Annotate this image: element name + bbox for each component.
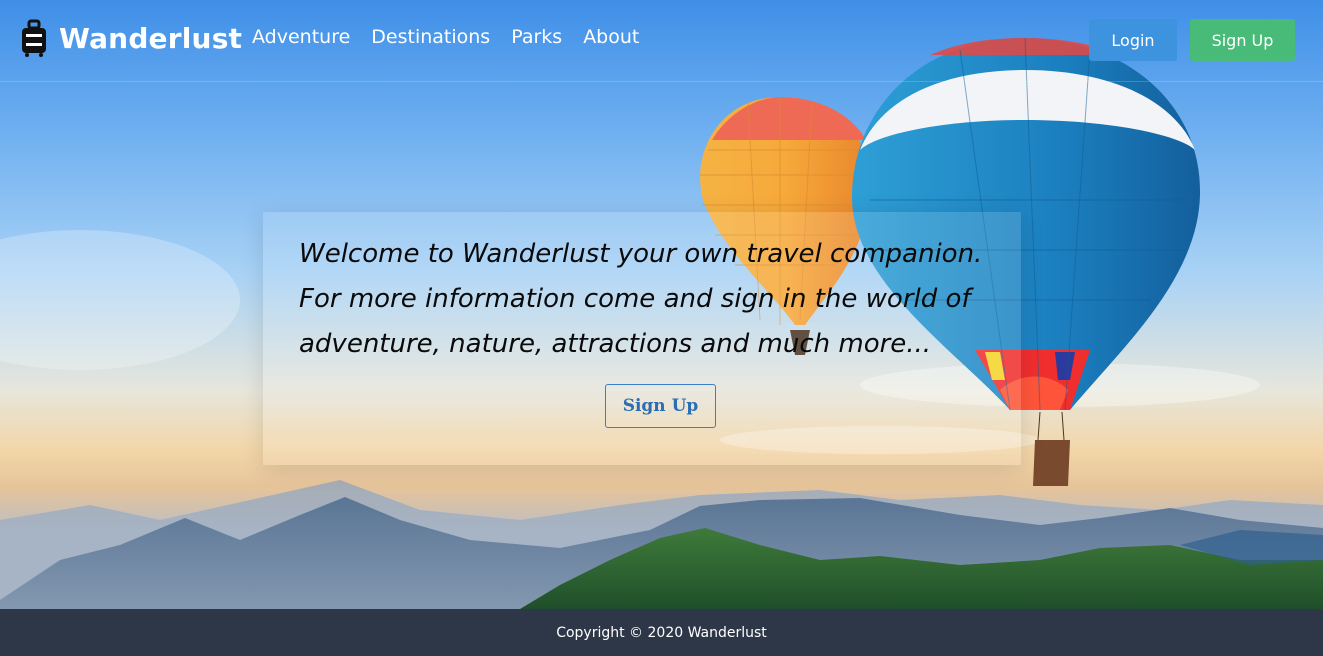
welcome-card: Welcome to Wanderlust your own travel co… [263,212,1021,465]
top-navbar: Wanderlust Adventure Destinations Parks … [0,0,1323,82]
nav-link-parks[interactable]: Parks [511,26,562,48]
nav-signup-button[interactable]: Sign Up [1190,19,1295,61]
luggage-icon [22,19,46,57]
welcome-line-3: adventure, nature, attractions and much … [299,329,932,359]
nav-link-destinations[interactable]: Destinations [371,26,490,48]
nav-link-about[interactable]: About [583,26,639,48]
footer: Copyright © 2020 Wanderlust [0,609,1323,656]
brand[interactable]: Wanderlust [20,19,242,57]
welcome-message: Welcome to Wanderlust your own travel co… [299,232,1019,367]
welcome-line-1: Welcome to Wanderlust your own travel co… [299,239,983,269]
nav-link-adventure[interactable]: Adventure [252,26,350,48]
hero-signup-button[interactable]: Sign Up [605,384,716,428]
login-button[interactable]: Login [1089,19,1177,61]
brand-name: Wanderlust [59,21,243,55]
copyright-text: Copyright © 2020 Wanderlust [556,624,767,641]
nav-links: Adventure Destinations Parks About [252,26,660,48]
welcome-line-2: For more information come and sign in th… [299,284,971,314]
